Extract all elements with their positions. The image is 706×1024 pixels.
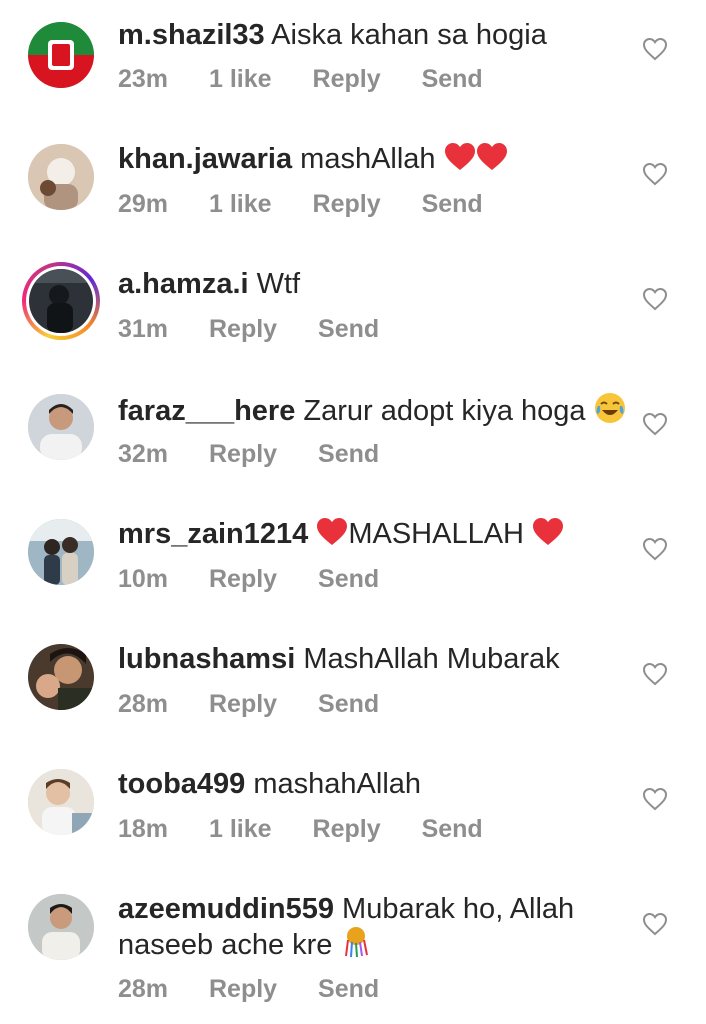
reply-button[interactable]: Reply	[209, 440, 277, 468]
send-button[interactable]: Send	[422, 65, 483, 93]
avatar[interactable]	[28, 894, 94, 960]
username[interactable]: m.shazil33	[118, 19, 265, 51]
avatar-party-flag-image	[28, 22, 94, 88]
comment-meta: 28m Reply Send	[118, 974, 413, 1004]
comment-body: Aiska kahan sa hogia	[271, 19, 547, 51]
red-heart-icon	[476, 143, 507, 170]
tears-of-joy-icon	[594, 393, 625, 423]
avatar-photo	[28, 519, 94, 585]
comment-text: lubnashamsi MashAllah Mubarak	[118, 642, 638, 676]
timestamp: 18m	[118, 815, 169, 843]
comment-meta: 29m 1 like Reply Send	[118, 189, 517, 219]
reply-button[interactable]: Reply	[209, 565, 277, 593]
avatar[interactable]	[28, 144, 94, 210]
like-heart-icon[interactable]	[642, 162, 668, 186]
comment-text: azeemuddin559 Mubarak ho, Allah naseeb a…	[118, 892, 638, 962]
timestamp: 10m	[118, 565, 169, 593]
avatar-photo	[28, 769, 94, 835]
comment-body: MashAllah Mubarak	[303, 643, 560, 675]
username[interactable]: tooba499	[118, 768, 245, 800]
red-heart-icon	[533, 518, 564, 545]
reply-button[interactable]: Reply	[313, 65, 381, 93]
comment-text: mrs_zain1214 MASHALLAH	[118, 517, 638, 551]
avatar-photo	[29, 269, 93, 333]
red-heart-icon	[317, 518, 348, 545]
send-button[interactable]: Send	[422, 815, 483, 843]
comment-meta: 32m Reply Send	[118, 439, 413, 469]
comment-body: Wtf	[256, 268, 301, 300]
likes-count[interactable]: 1 like	[209, 190, 272, 218]
comment-meta: 18m 1 like Reply Send	[118, 814, 517, 844]
likes-count[interactable]: 1 like	[209, 65, 272, 93]
comment-meta: 31m Reply Send	[118, 314, 413, 344]
comment-meta: 28m Reply Send	[118, 689, 413, 719]
avatar[interactable]	[28, 519, 94, 585]
comment-meta: 23m 1 like Reply Send	[118, 64, 517, 94]
like-heart-icon[interactable]	[642, 287, 668, 311]
timestamp: 28m	[118, 690, 169, 718]
avatar[interactable]	[28, 22, 94, 88]
like-heart-icon[interactable]	[642, 787, 668, 811]
reply-button[interactable]: Reply	[313, 190, 381, 218]
comment-text: faraz___here Zarur adopt kiya hoga	[118, 392, 638, 428]
reply-button[interactable]: Reply	[209, 315, 277, 343]
send-button[interactable]: Send	[318, 975, 379, 1003]
send-button[interactable]: Send	[422, 190, 483, 218]
timestamp: 23m	[118, 65, 169, 93]
comment-text: khan.jawaria mashAllah	[118, 142, 638, 176]
comment-meta: 10m Reply Send	[118, 564, 413, 594]
send-button[interactable]: Send	[318, 565, 379, 593]
username[interactable]: a.hamza.i	[118, 268, 249, 300]
avatar-photo	[28, 894, 94, 960]
timestamp: 29m	[118, 190, 169, 218]
red-heart-icon	[444, 143, 475, 170]
username[interactable]: faraz___here	[118, 395, 295, 427]
comment-body: Zarur adopt kiya hoga	[303, 395, 586, 427]
username[interactable]: khan.jawaria	[118, 143, 292, 175]
like-heart-icon[interactable]	[642, 537, 668, 561]
avatar-story-ring[interactable]	[22, 262, 100, 340]
username[interactable]: azeemuddin559	[118, 893, 334, 925]
reply-button[interactable]: Reply	[209, 975, 277, 1003]
reply-button[interactable]: Reply	[313, 815, 381, 843]
reply-button[interactable]: Reply	[209, 690, 277, 718]
timestamp: 31m	[118, 315, 169, 343]
avatar-photo	[28, 644, 94, 710]
send-button[interactable]: Send	[318, 315, 379, 343]
like-heart-icon[interactable]	[642, 662, 668, 686]
comment-body: mashAllah	[300, 143, 436, 175]
avatar-photo	[28, 144, 94, 210]
like-heart-icon[interactable]	[642, 37, 668, 61]
comment-text: a.hamza.i Wtf	[118, 267, 638, 301]
like-heart-icon[interactable]	[642, 912, 668, 936]
likes-count[interactable]: 1 like	[209, 815, 272, 843]
comment-text: m.shazil33 Aiska kahan sa hogia	[118, 18, 638, 52]
like-heart-icon[interactable]	[642, 412, 668, 436]
timestamp: 32m	[118, 440, 169, 468]
confetti-ball-icon	[344, 927, 368, 958]
send-button[interactable]: Send	[318, 440, 379, 468]
username[interactable]: lubnashamsi	[118, 643, 295, 675]
avatar[interactable]	[28, 644, 94, 710]
comment-body: MASHALLAH	[348, 518, 524, 550]
comment-text: tooba499 mashahAllah	[118, 767, 638, 801]
send-button[interactable]: Send	[318, 690, 379, 718]
timestamp: 28m	[118, 975, 169, 1003]
avatar[interactable]	[28, 769, 94, 835]
username[interactable]: mrs_zain1214	[118, 518, 308, 550]
avatar[interactable]	[28, 394, 94, 460]
avatar-photo	[28, 394, 94, 460]
comment-body: mashahAllah	[253, 768, 422, 800]
